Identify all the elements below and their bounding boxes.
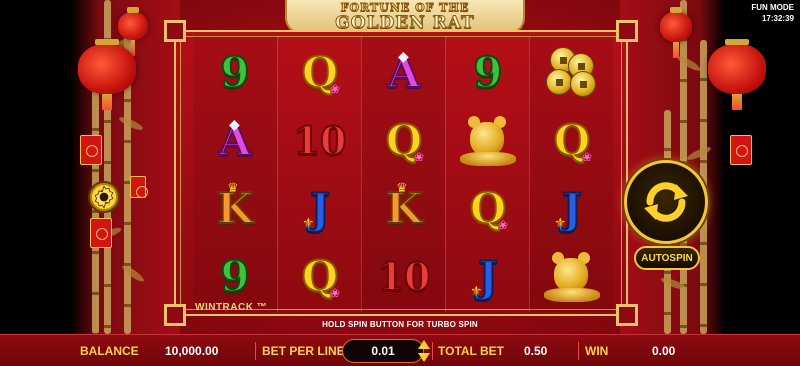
- game-title-plate: FORTUNE OF THE GOLDEN RAT: [285, 0, 525, 34]
- lotus-icon: ❀: [329, 286, 340, 300]
- lantern-icon: [118, 7, 148, 56]
- golden-rat-symbol: [446, 112, 530, 170]
- diamond-icon: ◆: [229, 116, 240, 132]
- bet-stepper[interactable]: [418, 339, 430, 363]
- red-envelope-icon: [730, 135, 752, 165]
- bet-per-line-field[interactable]: 0.01: [342, 339, 424, 363]
- bottom-bar: BALANCE 10,000.00 BET PER LINE 0.01 TOTA…: [0, 334, 800, 366]
- symbol-q: Q ❀: [278, 44, 362, 102]
- game-stage: FORTUNE OF THE GOLDEN RAT FUN MODE 17:32…: [0, 0, 800, 366]
- symbol-j: J ⚜: [446, 248, 530, 306]
- symbol-10: 10: [362, 248, 446, 306]
- symbol-9: 9: [446, 44, 530, 102]
- symbol-j: J ⚜: [530, 180, 614, 238]
- symbol-9: 9: [193, 44, 277, 102]
- win-label: WIN: [585, 344, 609, 358]
- gold-coins-symbol: [530, 44, 614, 102]
- lantern-icon: [78, 39, 136, 110]
- reel-column: 9 A ◆ K ♛ 9: [193, 36, 277, 312]
- symbol-a: A ◆: [193, 112, 277, 170]
- lantern-icon: [660, 7, 692, 58]
- fleur-icon: ⚜: [470, 283, 483, 299]
- reel-column: A ◆ Q ❀ K ♛ 10: [361, 36, 445, 312]
- gold-coins-icon: [542, 47, 602, 99]
- spin-arrows-icon: [644, 182, 688, 222]
- reel-column: Q ❀ 10 J ⚜ Q ❀: [277, 36, 361, 312]
- symbol-glyph: 9: [219, 252, 250, 301]
- symbol-k: K ♛: [362, 180, 446, 238]
- lotus-icon: ❀: [497, 218, 508, 232]
- lotus-icon: ❀: [413, 150, 424, 164]
- balance-label: BALANCE: [80, 344, 139, 358]
- symbol-q: Q ❀: [530, 112, 614, 170]
- lantern-icon: [708, 39, 766, 110]
- total-bet-label: TOTAL BET: [438, 344, 504, 358]
- symbol-k: K ♛: [193, 180, 277, 238]
- settings-button[interactable]: [88, 181, 120, 213]
- wintrack-label: WINTRACK ™: [195, 302, 268, 313]
- symbol-q: Q ❀: [446, 180, 530, 238]
- symbol-glyph: 9: [472, 48, 503, 97]
- spin-button[interactable]: [624, 160, 708, 244]
- symbol-9: 9: [193, 248, 277, 306]
- fleur-icon: ⚜: [554, 215, 567, 231]
- symbol-10: 10: [278, 112, 362, 170]
- win-value: 0.00: [652, 344, 676, 358]
- lotus-icon: ❀: [581, 150, 592, 164]
- symbol-q: Q ❀: [362, 112, 446, 170]
- symbol-q: Q ❀: [278, 248, 362, 306]
- red-envelope-icon: [80, 135, 102, 165]
- symbol-a: A ◆: [362, 44, 446, 102]
- symbol-j: J ⚜: [278, 180, 362, 238]
- red-envelope-icon: [90, 218, 112, 248]
- reel-frame: 9 A ◆ K ♛ 9 Q ❀ 10 J ⚜ Q ❀ A ◆ Q ❀ K ♛ 10 9 Q ❀ J ⚜ Q ❀ J ⚜: [164, 20, 638, 326]
- golden-rat-icon: [544, 252, 600, 302]
- golden-rat-symbol: [530, 248, 614, 306]
- symbol-glyph: 10: [377, 254, 432, 299]
- bet-decrease-icon[interactable]: [418, 353, 430, 362]
- autospin-button[interactable]: AUTOSPIN: [634, 246, 700, 270]
- bet-increase-icon[interactable]: [418, 340, 430, 349]
- reel-column: Q ❀ J ⚜: [529, 36, 613, 312]
- reel-column: 9 Q ❀ J ⚜: [445, 36, 529, 312]
- clock: 17:32:39: [761, 14, 794, 23]
- golden-rat-icon: [460, 116, 516, 166]
- lotus-icon: ❀: [329, 82, 340, 96]
- turbo-hint: HOLD SPIN BUTTON FOR TURBO SPIN: [322, 320, 478, 329]
- balance-value: 10,000.00: [165, 344, 219, 358]
- mode-label: FUN MODE: [751, 3, 794, 12]
- symbol-glyph: 9: [219, 48, 250, 97]
- crown-icon: ♛: [227, 180, 239, 195]
- bet-per-line-value: 0.01: [371, 344, 395, 358]
- left-decoration-panel: [0, 0, 180, 334]
- red-envelope-icon: [130, 176, 148, 198]
- bet-per-line-label: BET PER LINE: [262, 344, 345, 358]
- diamond-icon: ◆: [398, 48, 409, 64]
- crown-icon: ♛: [396, 180, 408, 195]
- total-bet-value: 0.50: [524, 344, 548, 358]
- reels-grid: 9 A ◆ K ♛ 9 Q ❀ 10 J ⚜ Q ❀ A ◆ Q ❀ K ♛ 10 9 Q ❀ J ⚜ Q ❀ J ⚜: [193, 36, 613, 312]
- symbol-glyph: 10: [293, 118, 348, 163]
- gear-icon: [94, 185, 114, 209]
- fleur-icon: ⚜: [302, 215, 315, 231]
- status-readout: FUN MODE 17:32:39: [751, 2, 794, 24]
